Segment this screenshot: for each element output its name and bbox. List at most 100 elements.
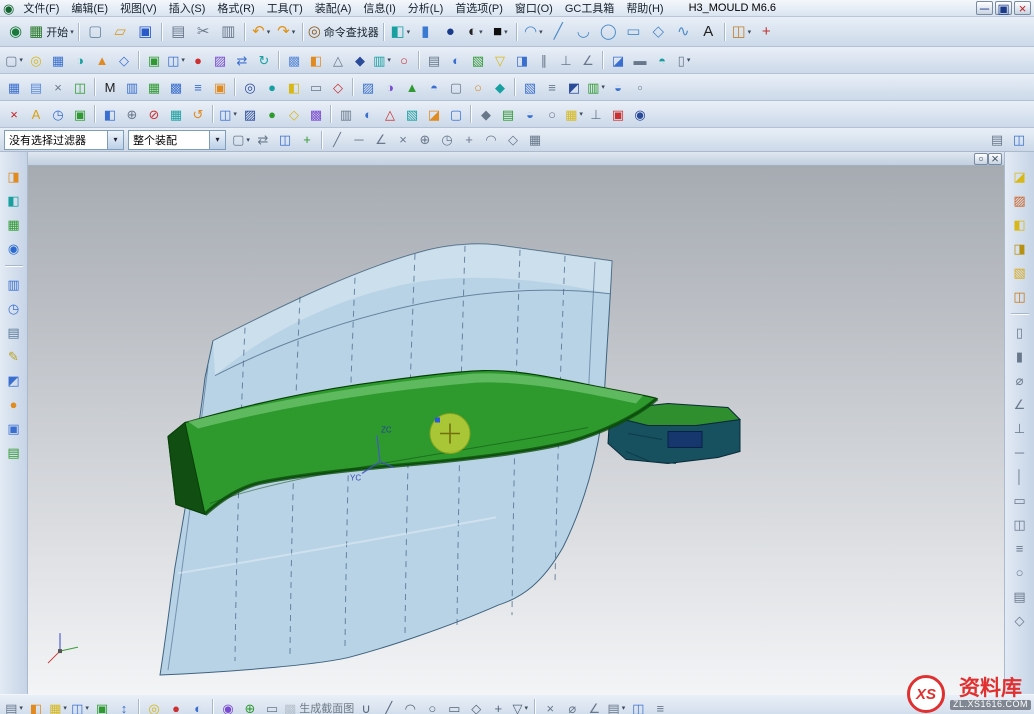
snap-quadrant-icon[interactable]: ◷: [436, 130, 458, 150]
toolbar-icon[interactable]: ∠: [577, 50, 599, 70]
select-filter-icon[interactable]: ▢▾: [3, 50, 25, 70]
history-icon[interactable]: ◷: [3, 298, 25, 318]
toolbar-icon[interactable]: ▦: [47, 50, 69, 70]
toolbar-icon[interactable]: ◆: [349, 50, 371, 70]
open-file-icon[interactable]: ▱: [108, 20, 133, 44]
toolbar-icon[interactable]: ▫: [629, 77, 651, 97]
chevron-down-icon[interactable]: ▾: [209, 131, 225, 149]
view-tool-icon[interactable]: ◫: [1009, 286, 1031, 306]
toolbar-icon[interactable]: ×: [539, 698, 561, 714]
undo-icon[interactable]: ↶▾: [249, 20, 274, 44]
selection-highlight-ball[interactable]: [430, 414, 470, 454]
sphere-icon[interactable]: ●: [438, 20, 463, 44]
system-scene-icon[interactable]: ▤: [3, 442, 25, 462]
view-tool-icon[interactable]: ▧: [1009, 262, 1031, 282]
toolbar-icon[interactable]: ▤: [423, 50, 445, 70]
selection-scope-dropdown[interactable]: 整个装配 ▾: [128, 130, 226, 150]
unite-icon[interactable]: ◐▾: [463, 20, 488, 44]
panel-icon[interactable]: ▭: [1009, 490, 1031, 510]
toolbar-icon[interactable]: ●: [187, 50, 209, 70]
text-tool-icon[interactable]: A: [696, 20, 721, 44]
snap-control-point-icon[interactable]: ∠: [370, 130, 392, 150]
arc-icon[interactable]: ◡: [571, 20, 596, 44]
tool-palette-icon[interactable]: ✎: [3, 346, 25, 366]
save-icon[interactable]: ▣: [133, 20, 158, 44]
toolbar-icon[interactable]: ▤: [25, 77, 47, 97]
toolbar-icon[interactable]: ◉: [629, 104, 651, 124]
view-tool-icon[interactable]: ◨: [1009, 238, 1031, 258]
toolbar-icon[interactable]: ▥▾: [585, 77, 607, 97]
new-file-icon[interactable]: ▢: [83, 20, 108, 44]
cut-icon[interactable]: ✂: [191, 20, 216, 44]
selection-type-filter-dropdown[interactable]: 没有选择过滤器 ▾: [4, 130, 124, 150]
dropdown-caret-icon[interactable]: ▾: [525, 704, 529, 712]
snap-point-on-surface-icon[interactable]: ◇: [502, 130, 524, 150]
toolbar-icon[interactable]: ◧: [305, 50, 327, 70]
toolbar-icon[interactable]: ◫▾: [69, 698, 91, 714]
menu-item-assemblies[interactable]: 装配(A): [308, 0, 357, 16]
polygon-icon[interactable]: ◇: [646, 20, 671, 44]
menu-item-view[interactable]: 视图(V): [113, 0, 162, 16]
shaded-display-icon[interactable]: ■▾: [488, 20, 513, 44]
toolbar-icon[interactable]: ▦: [3, 77, 25, 97]
toolbar-icon[interactable]: ▣: [69, 104, 91, 124]
toolbar-icon[interactable]: ○: [393, 50, 415, 70]
reuse-library-icon[interactable]: ◩: [3, 370, 25, 390]
toolbar-icon[interactable]: ◉: [217, 698, 239, 714]
toolbar-icon[interactable]: ◎: [25, 50, 47, 70]
toolbar-icon[interactable]: ○: [467, 77, 489, 97]
toolbar-icon[interactable]: ◨: [511, 50, 533, 70]
toolbar-icon[interactable]: ↺: [187, 104, 209, 124]
toolbar-icon[interactable]: ▲: [401, 77, 423, 97]
roles-icon[interactable]: ◨: [3, 166, 25, 186]
graphics-viewport[interactable]: ZC YC: [28, 166, 1004, 694]
measure-angle-icon[interactable]: ∠: [1009, 394, 1031, 414]
toolbar-icon[interactable]: ◐: [187, 698, 209, 714]
toolbar-icon[interactable]: ●: [261, 77, 283, 97]
line-icon[interactable]: ╱: [546, 20, 571, 44]
view-tool-icon[interactable]: ◧: [1009, 214, 1031, 234]
toolbar-icon[interactable]: ▬: [629, 50, 651, 70]
toolbar-icon[interactable]: ▨: [357, 77, 379, 97]
dropdown-caret-icon[interactable]: ▾: [292, 28, 296, 36]
panel-icon[interactable]: ◇: [1009, 610, 1031, 630]
toolbar-icon[interactable]: +: [296, 130, 318, 150]
snap-point-icon[interactable]: ▢▾: [230, 130, 252, 150]
toolbar-icon[interactable]: ⊥: [555, 50, 577, 70]
dropdown-caret-icon[interactable]: ▾: [622, 704, 626, 712]
minimize-button[interactable]: ─: [976, 1, 993, 15]
toolbar-icon[interactable]: ◧: [99, 104, 121, 124]
toolbar-icon[interactable]: ▣: [143, 50, 165, 70]
measure-icon[interactable]: ▮: [1009, 346, 1031, 366]
toolbar-icon[interactable]: ◐: [357, 104, 379, 124]
point-tool-icon[interactable]: +: [754, 20, 779, 44]
sketch-icon[interactable]: ◠▾: [521, 20, 546, 44]
toolbar-icon[interactable]: ◇: [283, 104, 305, 124]
toolbar-icon[interactable]: ▤▾: [3, 698, 25, 714]
toolbar-icon[interactable]: ▨: [239, 104, 261, 124]
snap-grid-point-icon[interactable]: ▦: [524, 130, 546, 150]
spline-icon[interactable]: ∿: [671, 20, 696, 44]
toolbar-icon[interactable]: ▦: [143, 77, 165, 97]
toolbar-icon[interactable]: ▢: [445, 104, 467, 124]
internet-explorer-icon[interactable]: ▣: [3, 418, 25, 438]
move-component-icon[interactable]: M: [99, 77, 121, 97]
dropdown-caret-icon[interactable]: ▾: [19, 704, 23, 712]
snap-existing-point-icon[interactable]: +: [458, 130, 480, 150]
redo-icon[interactable]: ↷▾: [274, 20, 299, 44]
dropdown-caret-icon[interactable]: ▾: [267, 28, 271, 36]
toolbar-icon[interactable]: ▣: [209, 77, 231, 97]
part-navigator-icon[interactable]: ▤: [3, 322, 25, 342]
line-tool-icon[interactable]: ╱: [377, 698, 399, 714]
toolbar-icon[interactable]: ●: [165, 698, 187, 714]
toolbar-icon[interactable]: ⊕: [121, 104, 143, 124]
toolbar-icon[interactable]: ≡: [649, 698, 671, 714]
circle-icon[interactable]: ◯: [596, 20, 621, 44]
menu-item-file[interactable]: 文件(F): [16, 0, 64, 16]
toolbar-icon[interactable]: ◑: [379, 77, 401, 97]
toolbar-icon[interactable]: ◷: [47, 104, 69, 124]
menu-item-analysis[interactable]: 分析(L): [401, 0, 448, 16]
dropdown-caret-icon[interactable]: ▾: [687, 56, 691, 64]
view-tool-icon[interactable]: ◪: [1009, 166, 1031, 186]
panel-icon[interactable]: ▤: [1009, 586, 1031, 606]
